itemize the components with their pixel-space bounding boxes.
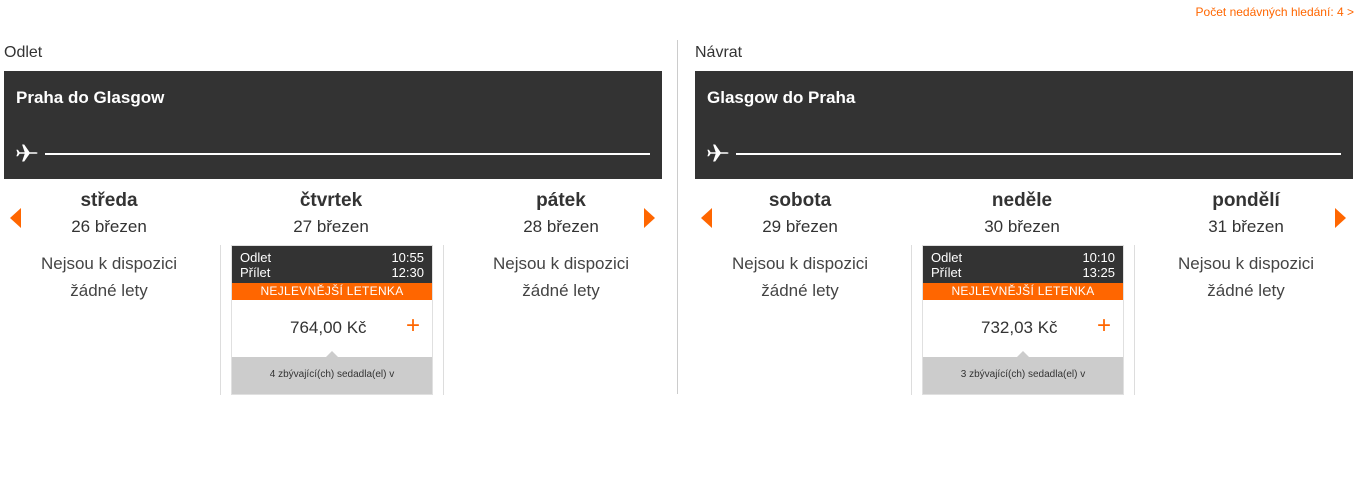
price-area: 732,03 Kč + xyxy=(923,300,1123,355)
day-column: středa 26 březen Nejsou k dispozici žádn… xyxy=(4,179,214,304)
no-flights-line-2: žádné lety xyxy=(1207,281,1285,300)
arrow-right-icon[interactable] xyxy=(1335,208,1346,228)
plane-icon xyxy=(16,144,38,162)
no-flights-message: Nejsou k dispozici žádné lety xyxy=(1141,250,1351,304)
return-section: Návrat Glasgow do Praha sobota 29 březen… xyxy=(695,44,1353,395)
flight-times: Odlet 10:55 Přílet 12:30 xyxy=(232,246,432,283)
flight-card[interactable]: Odlet 10:10 Přílet 13:25 NEJLEVNĚJŠÍ LETEN… xyxy=(922,245,1124,395)
no-flights-line-2: žádné lety xyxy=(522,281,600,300)
return-route-title: Glasgow do Praha xyxy=(707,88,856,107)
day-date: 31 březen xyxy=(1208,217,1284,236)
arrive-time: 13:25 xyxy=(1082,265,1115,280)
flight-price: 764,00 Kč xyxy=(290,318,367,337)
arrive-label: Přílet xyxy=(931,265,962,280)
return-label: Návrat xyxy=(695,44,743,61)
cheapest-fare-badge: NEJLEVNĚJŠÍ LETENKA xyxy=(923,283,1123,300)
flight-card[interactable]: Odlet 10:55 Přílet 12:30 NEJLEVNĚJŠÍ LETEN… xyxy=(231,245,433,395)
day-date: 30 březen xyxy=(984,217,1060,236)
seats-remaining: 3 zbývající(ch) sedadla(el) v xyxy=(923,351,1123,394)
no-flights-message: Nejsou k dispozici žádné lety xyxy=(456,250,666,304)
recent-searches-link[interactable]: Počet nedávných hledání: 4 > xyxy=(1196,5,1354,19)
no-flights-line-1: Nejsou k dispozici xyxy=(731,254,869,273)
arrive-time: 12:30 xyxy=(391,265,424,280)
depart-label: Odlet xyxy=(240,250,272,265)
no-flights-line-2: žádné lety xyxy=(70,281,148,300)
no-flights-message: Nejsou k dispozici žádné lety xyxy=(695,250,905,304)
cheapest-fare-badge: NEJLEVNĚJŠÍ LETENKA xyxy=(232,283,432,300)
return-route-banner: Glasgow do Praha xyxy=(695,71,1353,179)
day-name: pondělí xyxy=(1212,190,1280,211)
arrive-label: Přílet xyxy=(240,265,271,280)
no-flights-line-1: Nejsou k dispozici xyxy=(492,254,630,273)
flight-track-line xyxy=(736,153,1341,155)
depart-time: 10:55 xyxy=(391,250,424,265)
outbound-route-banner: Praha do Glasgow xyxy=(4,71,662,179)
day-column: pátek 28 březen Nejsou k dispozici žádné… xyxy=(456,179,666,304)
no-flights-line-1: Nejsou k dispozici xyxy=(40,254,178,273)
day-name: sobota xyxy=(768,190,832,211)
day-column-selected: neděle 30 březen xyxy=(917,179,1127,237)
no-flights-line-1: Nejsou k dispozici xyxy=(1177,254,1315,273)
day-date: 29 březen xyxy=(762,217,838,236)
day-name: neděle xyxy=(991,190,1053,211)
depart-time: 10:10 xyxy=(1082,250,1115,265)
outbound-label: Odlet xyxy=(4,44,43,61)
outbound-day-selector: středa 26 březen Nejsou k dispozici žádn… xyxy=(4,179,662,395)
day-column: sobota 29 březen Nejsou k dispozici žádn… xyxy=(695,179,905,304)
no-flights-message: Nejsou k dispozici žádné lety xyxy=(4,250,214,304)
price-area: 764,00 Kč + xyxy=(232,300,432,355)
outbound-section: Odlet Praha do Glasgow středa 26 březen … xyxy=(4,44,662,395)
day-column: pondělí 31 březen Nejsou k dispozici žád… xyxy=(1141,179,1351,304)
day-date: 28 březen xyxy=(523,217,599,236)
depart-label: Odlet xyxy=(931,250,963,265)
flight-track-line xyxy=(45,153,650,155)
add-flight-button[interactable]: + xyxy=(406,314,420,338)
day-column-selected: čtvrtek 27 březen xyxy=(226,179,436,237)
return-day-selector: sobota 29 březen Nejsou k dispozici žádn… xyxy=(695,179,1353,395)
add-flight-button[interactable]: + xyxy=(1097,314,1111,338)
day-date: 27 březen xyxy=(293,217,369,236)
day-name: středa xyxy=(80,190,138,211)
day-name: pátek xyxy=(536,190,586,211)
plane-icon xyxy=(707,144,729,162)
flight-card-container: Odlet 10:55 Přílet 12:30 NEJLEVNĚJŠÍ LETEN… xyxy=(220,245,444,395)
seats-remaining: 4 zbývající(ch) sedadla(el) v xyxy=(232,351,432,394)
outbound-route-title: Praha do Glasgow xyxy=(16,88,165,107)
flight-card-container: Odlet 10:10 Přílet 13:25 NEJLEVNĚJŠÍ LETEN… xyxy=(911,245,1135,395)
section-divider xyxy=(677,40,678,394)
arrow-right-icon[interactable] xyxy=(644,208,655,228)
day-name: čtvrtek xyxy=(299,190,363,211)
flight-times: Odlet 10:10 Přílet 13:25 xyxy=(923,246,1123,283)
day-date: 26 březen xyxy=(71,217,147,236)
flight-price: 732,03 Kč xyxy=(981,318,1058,337)
no-flights-line-2: žádné lety xyxy=(761,281,839,300)
